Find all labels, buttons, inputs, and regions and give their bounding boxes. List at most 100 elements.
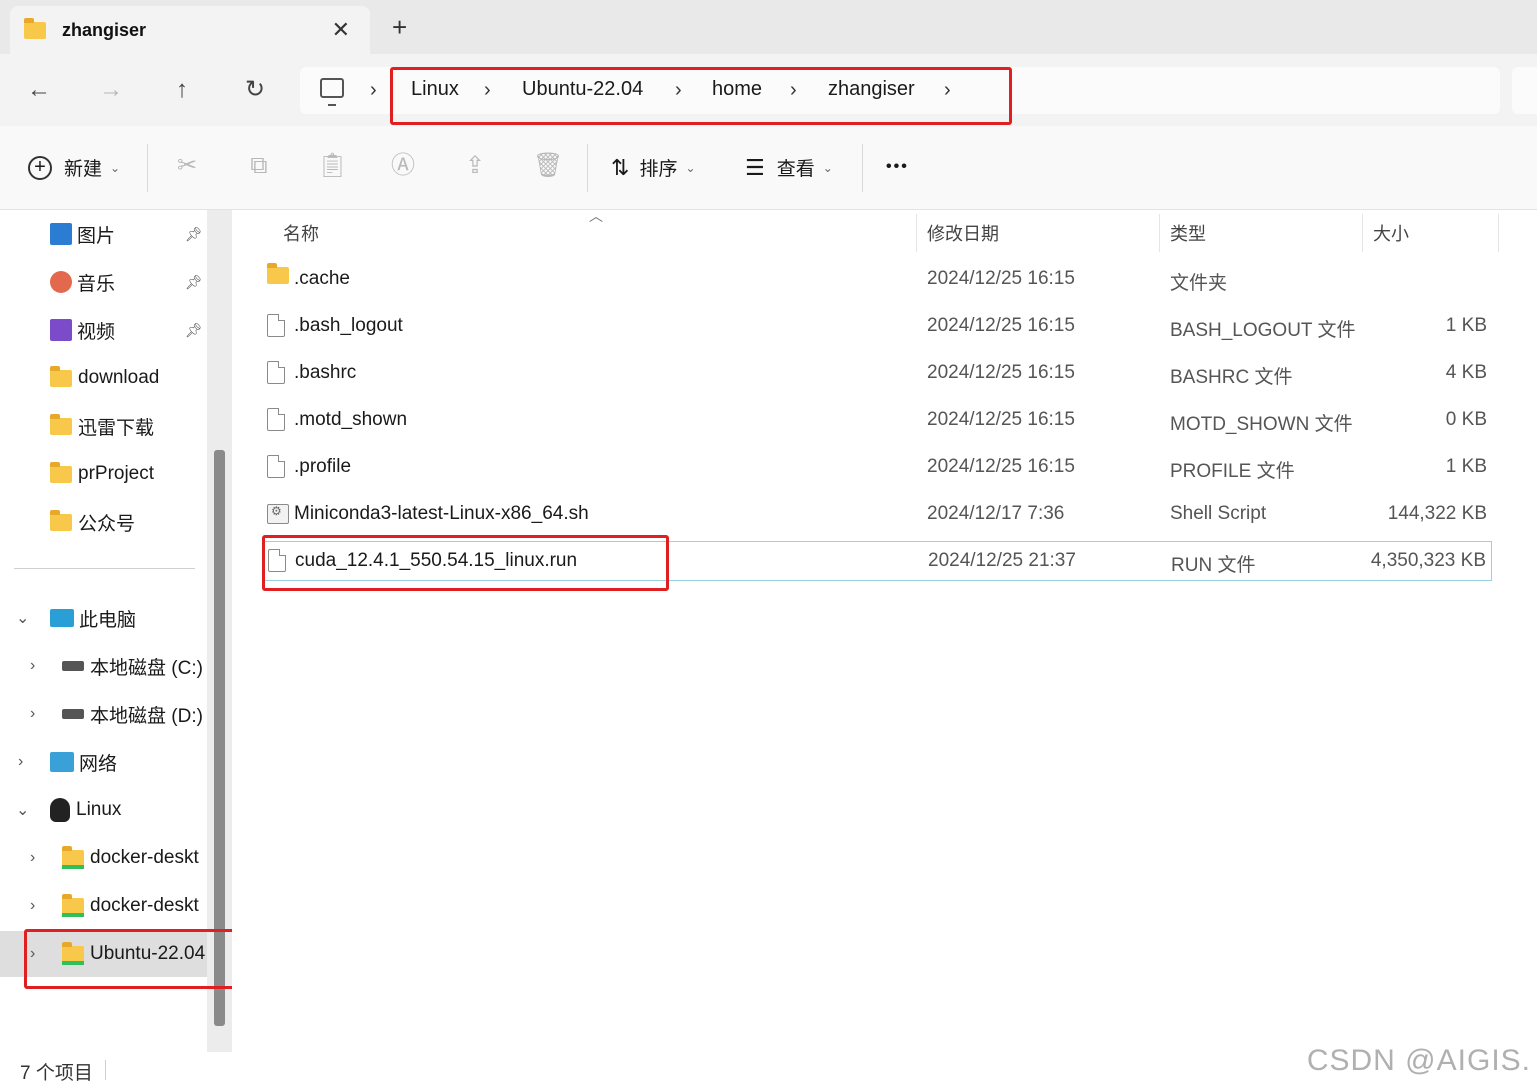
view-button[interactable]: ☰ 查看 ⌄: [745, 154, 833, 181]
sort-button[interactable]: ⇅ 排序 ⌄: [611, 154, 696, 181]
new-label: 新建: [64, 159, 103, 180]
sidebar-item-drive-d[interactable]: › 本地磁盘 (D:): [0, 691, 207, 737]
file-row[interactable]: .profile 2024/12/25 16:15 PROFILE 文件 1 K…: [262, 448, 1492, 488]
cut-icon[interactable]: ✂: [173, 152, 201, 180]
folder-icon: [267, 263, 289, 284]
drive-d-icon: [62, 709, 84, 719]
column-header-name[interactable]: 名称: [283, 220, 319, 246]
file-row[interactable]: .cache 2024/12/25 16:15 文件夹: [262, 260, 1492, 300]
chevron-right-icon[interactable]: ›: [30, 705, 35, 723]
share-icon[interactable]: ⇪: [461, 152, 489, 180]
sidebar-item-label: 本地磁盘 (C:): [90, 657, 203, 679]
sidebar-item-label: 图片: [77, 225, 116, 247]
chevron-down-icon[interactable]: ⌄: [16, 608, 29, 628]
chevron-right-icon[interactable]: ›: [18, 753, 23, 771]
this-pc-icon[interactable]: [320, 78, 344, 106]
chevron-down-icon: ⌄: [685, 160, 696, 175]
breadcrumb-separator[interactable]: ›: [370, 79, 377, 102]
chevron-right-icon[interactable]: ›: [30, 897, 35, 915]
chevron-right-icon[interactable]: ›: [30, 657, 35, 675]
pin-icon[interactable]: 📌︎: [185, 274, 203, 291]
column-header-type[interactable]: 类型: [1170, 220, 1206, 246]
file-name: .profile: [294, 456, 352, 477]
sidebar-item-docker-desktop[interactable]: › docker-deskt: [0, 835, 207, 881]
sort-icon: ⇅: [611, 154, 630, 180]
highlight-box-ubuntu: [24, 929, 267, 989]
refresh-button[interactable]: ↻: [235, 76, 275, 104]
sidebar-item-label: 此电脑: [79, 609, 137, 631]
sidebar-item-xunlei[interactable]: 迅雷下载: [0, 403, 207, 449]
sidebar-item-label: 公众号: [78, 513, 136, 535]
paste-icon[interactable]: 📋︎: [317, 152, 347, 180]
tab-zhangiser[interactable]: zhangiser ✕: [10, 6, 370, 54]
sidebar-item-label: Linux: [76, 799, 122, 820]
search-box[interactable]: [1512, 67, 1537, 114]
folder-icon: [62, 893, 84, 917]
chevron-right-icon[interactable]: ›: [30, 849, 35, 867]
back-button[interactable]: ←: [19, 76, 59, 104]
column-header-size[interactable]: 大小: [1373, 220, 1409, 246]
drive-c-icon: [62, 661, 84, 671]
sidebar-item-this-pc[interactable]: ⌄ 此电脑: [0, 595, 207, 641]
column-divider[interactable]: [1362, 214, 1363, 252]
file-row[interactable]: Miniconda3-latest-Linux-x86_64.sh 2024/1…: [262, 495, 1492, 535]
column-divider[interactable]: [1498, 214, 1499, 252]
copy-icon[interactable]: ⧉: [245, 152, 273, 180]
delete-icon[interactable]: 🗑︎: [533, 152, 563, 180]
file-row[interactable]: .bash_logout 2024/12/25 16:15 BASH_LOGOU…: [262, 307, 1492, 347]
file-name: .motd_shown: [294, 409, 408, 430]
sidebar-item-prproject[interactable]: prProject: [0, 451, 207, 497]
highlight-box-path: [390, 67, 1012, 125]
column-header-date[interactable]: 修改日期: [927, 220, 999, 246]
column-divider[interactable]: [916, 214, 917, 252]
sidebar-item-network[interactable]: › 网络: [0, 739, 207, 785]
sidebar-divider: [14, 568, 195, 569]
item-count: 7 个项目: [20, 1063, 93, 1084]
chevron-down-icon[interactable]: ⌄: [16, 800, 29, 820]
tab-title: zhangiser: [62, 19, 147, 40]
file-type: 文件夹: [1170, 273, 1228, 294]
status-divider: [105, 1060, 106, 1080]
pin-icon[interactable]: 📌︎: [185, 322, 203, 339]
plus-circle-icon: +: [28, 155, 52, 180]
sort-ascending-icon: ︿: [589, 208, 603, 224]
forward-button[interactable]: →: [91, 76, 131, 104]
file-date: 2024/12/25 16:15: [927, 315, 1075, 336]
music-icon: [50, 271, 72, 293]
file-type: MOTD_SHOWN 文件: [1170, 414, 1353, 435]
close-icon[interactable]: ✕: [332, 17, 350, 43]
file-type: BASHRC 文件: [1170, 367, 1293, 388]
sidebar-item-docker-desktop-data[interactable]: › docker-deskt: [0, 883, 207, 929]
pictures-icon: [50, 223, 72, 245]
navigation-pane: 图片 📌︎ 音乐 📌︎ 视频 📌︎ download 迅雷下载 prProjec…: [0, 210, 207, 1052]
linux-penguin-icon: [50, 798, 70, 822]
file-date: 2024/12/17 7:36: [927, 503, 1065, 524]
sidebar-item-label: docker-deskt: [90, 847, 199, 868]
sidebar-item-linux[interactable]: ⌄ Linux: [0, 787, 207, 833]
file-row[interactable]: .bashrc 2024/12/25 16:15 BASHRC 文件 4 KB: [262, 354, 1492, 394]
sidebar-item-pictures[interactable]: 图片 📌︎: [0, 211, 207, 257]
view-list-icon: ☰: [745, 154, 765, 180]
sidebar-item-gongzhonghao[interactable]: 公众号: [0, 499, 207, 545]
file-icon: [267, 314, 285, 337]
file-size: 1 KB: [1445, 456, 1487, 477]
column-divider[interactable]: [1159, 214, 1160, 252]
sidebar-item-music[interactable]: 音乐 📌︎: [0, 259, 207, 305]
pin-icon[interactable]: 📌︎: [185, 226, 203, 243]
more-options-button[interactable]: •••: [886, 158, 909, 176]
folder-icon: [50, 365, 72, 387]
file-icon: [267, 455, 285, 478]
file-type: RUN 文件: [1171, 555, 1256, 576]
sidebar-item-drive-c[interactable]: › 本地磁盘 (C:): [0, 643, 207, 689]
sidebar-item-videos[interactable]: 视频 📌︎: [0, 307, 207, 353]
rename-icon[interactable]: Ⓐ: [389, 152, 417, 180]
up-button[interactable]: ↑: [162, 76, 202, 104]
sidebar-item-download[interactable]: download: [0, 355, 207, 401]
chevron-down-icon: ⌄: [110, 160, 121, 175]
file-date: 2024/12/25 16:15: [927, 362, 1075, 383]
file-row[interactable]: .motd_shown 2024/12/25 16:15 MOTD_SHOWN …: [262, 401, 1492, 441]
new-button[interactable]: + 新建 ⌄: [28, 154, 120, 181]
file-date: 2024/12/25 21:37: [928, 550, 1076, 571]
new-tab-button[interactable]: +: [392, 14, 407, 40]
chevron-down-icon: ⌄: [822, 160, 833, 175]
